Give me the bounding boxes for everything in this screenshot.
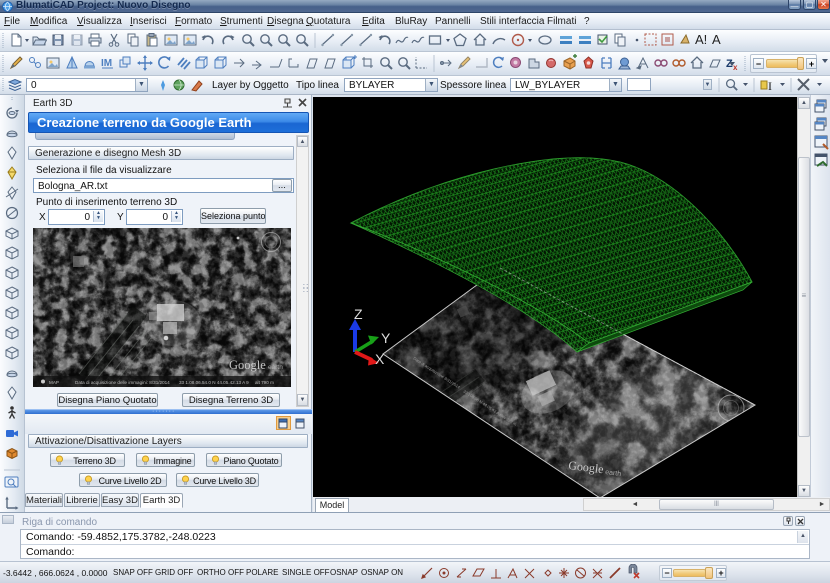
svg-text:alt 790 m: alt 790 m: [255, 380, 274, 385]
svg-text:Y: Y: [381, 330, 391, 346]
svg-text:x: x: [733, 63, 738, 72]
svg-text:X: X: [375, 351, 385, 367]
svg-text:IM: IM: [101, 58, 112, 69]
svg-text:Data di acquisizione delle imm: Data di acquisizione delle immagini: 8/3…: [75, 380, 170, 385]
svg-text:A!: A!: [695, 32, 707, 47]
svg-text:33 1.08.06.54.0 N 44.05.42.13: 33 1.08.06.54.0 N 44.05.42.13 A 9: [179, 380, 249, 385]
svg-text:earth: earth: [268, 364, 283, 371]
svg-text:Google: Google: [229, 358, 266, 372]
svg-text:MAP: MAP: [49, 380, 59, 385]
svg-text:I: I: [768, 79, 772, 93]
svg-text:Z: Z: [354, 306, 363, 322]
svg-text:A: A: [712, 32, 721, 47]
